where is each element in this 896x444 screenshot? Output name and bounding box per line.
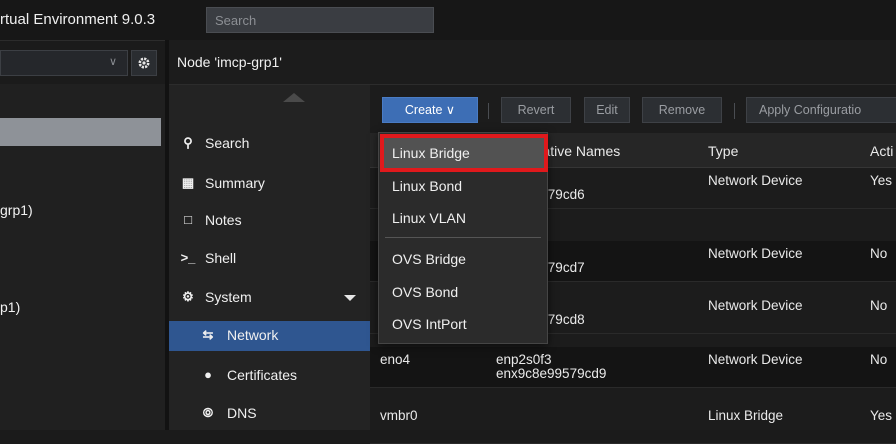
certificate-icon: ● bbox=[204, 367, 212, 382]
nav-item-label: Network bbox=[227, 327, 279, 343]
cell-active: No bbox=[870, 246, 888, 261]
notes-icon: □ bbox=[184, 212, 192, 227]
gears-icon: ⚙ bbox=[182, 289, 194, 304]
page-title: Node 'imcp-grp1' bbox=[177, 54, 282, 70]
menu-item-label: OVS Bond bbox=[392, 284, 459, 300]
exchange-icon: ⇆ bbox=[202, 327, 214, 342]
edit-button[interactable]: Edit bbox=[584, 97, 630, 123]
apply-configuration-button[interactable]: Apply Configuratio bbox=[746, 97, 896, 123]
create-button[interactable]: Create ∨ bbox=[382, 97, 478, 123]
cell-name: eno4 bbox=[380, 352, 411, 367]
nav-item-dns[interactable]: ⦾ DNS bbox=[169, 399, 370, 429]
menu-item-ovs-intport[interactable]: OVS IntPort bbox=[380, 308, 546, 340]
cell-name: vmbr0 bbox=[380, 408, 418, 423]
cell-alt-name: enp2s0f3 bbox=[496, 352, 552, 367]
toolbar-separator bbox=[488, 103, 489, 119]
gear-icon bbox=[138, 57, 150, 69]
terminal-icon: >_ bbox=[180, 250, 196, 265]
menu-separator bbox=[385, 237, 541, 238]
menu-item-label: Linux Bridge bbox=[392, 145, 470, 161]
create-button-label: Create bbox=[404, 103, 443, 117]
nav-item-network[interactable]: ⇆ Network bbox=[169, 321, 370, 351]
view-selector[interactable]: ∨ bbox=[0, 50, 128, 76]
nav-item-label: System bbox=[205, 289, 252, 305]
top-bar: rtual Environment 9.0.3 bbox=[0, 0, 896, 41]
nav-item-notes[interactable]: □ Notes bbox=[169, 206, 370, 236]
revert-button[interactable]: Revert bbox=[501, 97, 571, 123]
cell-active: Yes bbox=[870, 408, 893, 423]
table-row[interactable]: vmbr0 Linux Bridge Yes bbox=[370, 403, 896, 444]
app-title: rtual Environment 9.0.3 bbox=[0, 11, 156, 28]
menu-item-linux-bridge[interactable]: Linux Bridge bbox=[380, 137, 546, 169]
nav-item-label: Search bbox=[205, 135, 250, 151]
search-input[interactable] bbox=[206, 7, 434, 33]
scroll-up-icon[interactable] bbox=[283, 93, 305, 102]
nav-item-certificates[interactable]: ● Certificates bbox=[169, 361, 370, 391]
create-menu: Linux Bridge Linux Bond Linux VLAN OVS B… bbox=[378, 132, 548, 344]
cell-type: Network Device bbox=[708, 173, 803, 188]
menu-item-linux-bond[interactable]: Linux Bond bbox=[380, 170, 546, 202]
nav-item-label: Shell bbox=[205, 250, 237, 266]
tree-item-selected[interactable] bbox=[0, 118, 161, 146]
cell-active: Yes bbox=[870, 173, 893, 188]
cell-alt-name: enx9c8e99579cd9 bbox=[496, 366, 607, 381]
gear-button[interactable] bbox=[131, 50, 157, 76]
nav-item-system[interactable]: ⚙ System bbox=[169, 283, 370, 313]
menu-item-label: OVS Bridge bbox=[392, 251, 466, 267]
cell-active: No bbox=[870, 298, 888, 313]
nav-item-label: Certificates bbox=[227, 367, 298, 383]
chevron-down-icon: ∨ bbox=[445, 103, 456, 117]
node-nav: ⚲ Search ▦ Summary □ Notes >_ Shell ⚙ Sy… bbox=[169, 85, 370, 430]
search-icon: ⚲ bbox=[183, 135, 193, 150]
nav-item-label: DNS bbox=[227, 405, 257, 421]
menu-item-label: Linux Bond bbox=[392, 178, 463, 194]
cell-type: Network Device bbox=[708, 298, 803, 313]
chevron-down-icon: ∨ bbox=[108, 56, 117, 68]
cell-type: Linux Bridge bbox=[708, 408, 784, 423]
cell-type: Network Device bbox=[708, 352, 803, 367]
nav-item-label: Notes bbox=[205, 212, 242, 228]
node-header: Node 'imcp-grp1' bbox=[169, 40, 896, 85]
menu-item-ovs-bond[interactable]: OVS Bond bbox=[380, 276, 546, 308]
expand-caret-icon[interactable] bbox=[344, 295, 356, 301]
table-row[interactable]: eno4 enp2s0f3 enx9c8e99579cd9 Network De… bbox=[370, 347, 896, 388]
menu-item-label: OVS IntPort bbox=[392, 316, 467, 332]
tree-item-node[interactable]: p1) bbox=[0, 299, 20, 315]
toolbar-separator bbox=[734, 103, 735, 119]
nav-item-search[interactable]: ⚲ Search bbox=[169, 129, 370, 159]
remove-button[interactable]: Remove bbox=[642, 97, 722, 123]
cell-active: No bbox=[870, 352, 888, 367]
nav-item-label: Summary bbox=[205, 175, 265, 191]
book-icon: ▦ bbox=[181, 175, 195, 190]
menu-item-label: Linux VLAN bbox=[392, 210, 466, 226]
menu-item-linux-vlan[interactable]: Linux VLAN bbox=[380, 202, 546, 234]
globe-icon: ⦾ bbox=[202, 405, 214, 420]
toolbar: Create ∨ Revert Edit Remove Apply Config… bbox=[370, 85, 896, 129]
menu-item-ovs-bridge[interactable]: OVS Bridge bbox=[380, 243, 546, 275]
nav-item-summary[interactable]: ▦ Summary bbox=[169, 169, 370, 199]
column-header-active[interactable]: Acti bbox=[870, 143, 893, 159]
tree-item-node[interactable]: grp1) bbox=[0, 202, 33, 218]
nav-item-shell[interactable]: >_ Shell bbox=[169, 244, 370, 274]
cell-type: Network Device bbox=[708, 246, 803, 261]
column-header-type[interactable]: Type bbox=[708, 143, 738, 159]
